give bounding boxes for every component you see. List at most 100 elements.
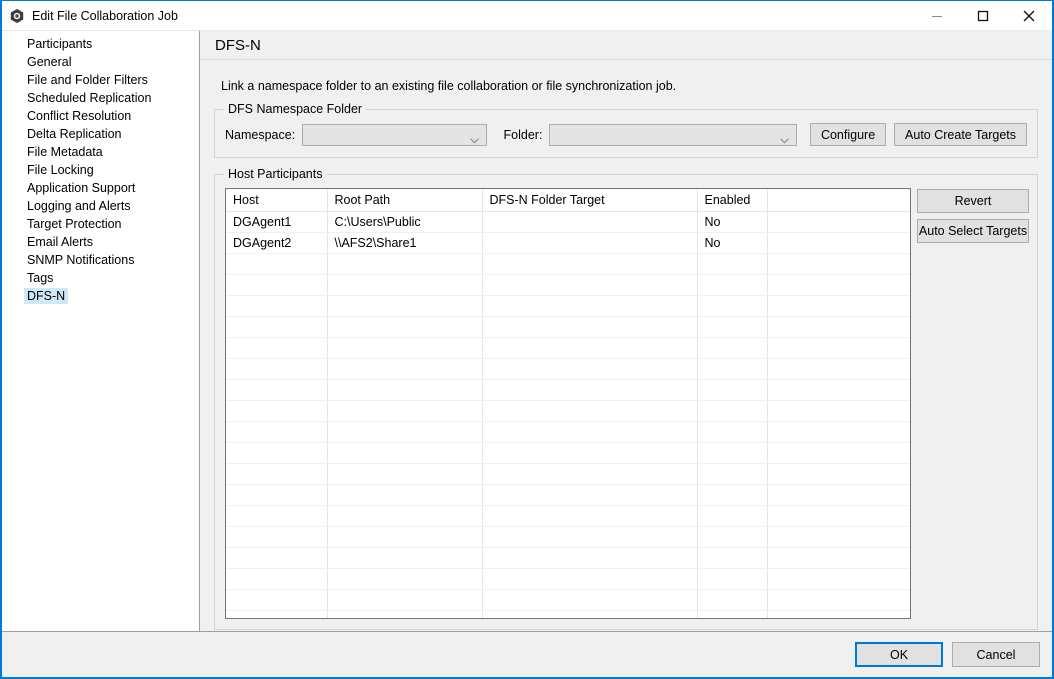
namespace-select[interactable]: [302, 123, 487, 147]
cell-spacer: [767, 211, 910, 233]
close-icon[interactable]: [1006, 1, 1052, 30]
table-header-row: Host Root Path DFS-N Folder Target Enabl…: [226, 189, 910, 212]
sidebar-item-label: General: [27, 55, 72, 69]
table-row-empty[interactable]: [226, 442, 910, 464]
column-header-host[interactable]: Host: [226, 189, 328, 212]
host-participants-grid[interactable]: Host Root Path DFS-N Folder Target Enabl…: [225, 188, 911, 619]
dialog-footer: OK Cancel: [2, 631, 1052, 677]
cancel-button[interactable]: Cancel: [952, 642, 1040, 667]
window-content: Participants General File and Folder Fil…: [2, 30, 1052, 631]
table-row-empty[interactable]: [226, 463, 910, 485]
settings-sidebar: Participants General File and Folder Fil…: [2, 31, 200, 631]
sidebar-item-general[interactable]: General: [2, 53, 199, 71]
table-row-empty[interactable]: [226, 526, 910, 548]
cell-host: DGAgent2: [226, 232, 328, 254]
table-row-empty[interactable]: [226, 568, 910, 590]
sidebar-item-email-alerts[interactable]: Email Alerts: [2, 233, 199, 251]
sidebar-item-file-metadata[interactable]: File Metadata: [2, 143, 199, 161]
revert-button[interactable]: Revert: [917, 189, 1029, 213]
panel-body: Link a namespace folder to an existing f…: [200, 60, 1052, 631]
sidebar-item-label: Scheduled Replication: [27, 91, 152, 105]
edit-file-collaboration-job-window: Edit File Collaboration Job Participants…: [0, 0, 1054, 679]
minimize-icon[interactable]: [914, 1, 960, 30]
cell-dfs-n-folder-target: [482, 211, 698, 233]
table-row[interactable]: DGAgent2 \\AFS2\Share1 No: [226, 232, 910, 254]
chevron-down-icon: [469, 133, 479, 147]
sidebar-item-dfs-n[interactable]: DFS-N: [2, 287, 199, 305]
sidebar-item-label: DFS-N: [24, 288, 69, 304]
cell-spacer: [767, 232, 910, 254]
table-row-empty[interactable]: [226, 358, 910, 380]
table-side-buttons: Revert Auto Select Targets: [917, 188, 1029, 243]
sidebar-item-application-support[interactable]: Application Support: [2, 179, 199, 197]
sidebar-item-label: File Locking: [27, 163, 94, 177]
chevron-down-icon: [780, 133, 789, 147]
dfs-namespace-folder-group: DFS Namespace Folder Namespace: Folder: …: [214, 102, 1038, 158]
namespace-folder-row: Namespace: Folder: Configure Auto Create…: [225, 123, 1027, 146]
sidebar-item-scheduled-replication[interactable]: Scheduled Replication: [2, 89, 199, 107]
host-participants-group: Host Participants Host Root Path DFS-N F…: [214, 167, 1038, 630]
sidebar-item-participants[interactable]: Participants: [2, 35, 199, 53]
ok-button[interactable]: OK: [855, 642, 943, 667]
sidebar-item-label: Delta Replication: [27, 127, 122, 141]
column-header-spacer[interactable]: [767, 189, 910, 212]
sidebar-item-label: Tags: [27, 271, 54, 285]
folder-label: Folder:: [503, 127, 543, 142]
host-participants-table: Host Root Path DFS-N Folder Target Enabl…: [226, 189, 910, 618]
table-row-empty[interactable]: [226, 610, 910, 618]
sidebar-item-label: Conflict Resolution: [27, 109, 132, 123]
table-row-empty[interactable]: [226, 589, 910, 611]
host-participants-legend: Host Participants: [224, 167, 327, 181]
table-row-empty[interactable]: [226, 316, 910, 338]
sidebar-item-label: Email Alerts: [27, 235, 93, 249]
sidebar-item-label: Target Protection: [27, 217, 122, 231]
namespace-label: Namespace:: [225, 127, 296, 142]
sidebar-item-file-and-folder-filters[interactable]: File and Folder Filters: [2, 71, 199, 89]
sidebar-item-logging-and-alerts[interactable]: Logging and Alerts: [2, 197, 199, 215]
table-row-empty[interactable]: [226, 253, 910, 275]
table-row-empty[interactable]: [226, 379, 910, 401]
column-header-dfs-n-folder-target[interactable]: DFS-N Folder Target: [482, 189, 698, 212]
sidebar-item-snmp-notifications[interactable]: SNMP Notifications: [2, 251, 199, 269]
sidebar-item-label: SNMP Notifications: [27, 253, 135, 267]
window-controls: [914, 1, 1052, 30]
configure-button[interactable]: Configure: [810, 123, 887, 146]
window-title: Edit File Collaboration Job: [32, 8, 178, 23]
cell-enabled: No: [697, 232, 768, 254]
table-row[interactable]: DGAgent1 C:\Users\Public No: [226, 211, 910, 233]
cell-root-path: \\AFS2\Share1: [327, 232, 483, 254]
table-row-empty[interactable]: [226, 547, 910, 569]
table-row-empty[interactable]: [226, 337, 910, 359]
table-row-empty[interactable]: [226, 400, 910, 422]
sidebar-item-label: Participants: [27, 37, 93, 51]
table-row-empty[interactable]: [226, 421, 910, 443]
column-header-enabled[interactable]: Enabled: [697, 189, 768, 212]
folder-select[interactable]: [549, 123, 798, 147]
cell-root-path: C:\Users\Public: [327, 211, 483, 233]
table-row-empty[interactable]: [226, 295, 910, 317]
sidebar-item-file-locking[interactable]: File Locking: [2, 161, 199, 179]
host-participants-table-body: DGAgent1 C:\Users\Public No DGAgent2 \\A…: [226, 211, 910, 618]
auto-select-targets-button[interactable]: Auto Select Targets: [917, 219, 1029, 243]
sidebar-item-label: File Metadata: [27, 145, 103, 159]
sidebar-item-label: File and Folder Filters: [27, 73, 148, 87]
sidebar-item-delta-replication[interactable]: Delta Replication: [2, 125, 199, 143]
sidebar-item-target-protection[interactable]: Target Protection: [2, 215, 199, 233]
table-row-empty[interactable]: [226, 505, 910, 527]
table-row-empty[interactable]: [226, 484, 910, 506]
host-participants-table-area: Host Root Path DFS-N Folder Target Enabl…: [225, 188, 1029, 619]
sidebar-item-tags[interactable]: Tags: [2, 269, 199, 287]
panel-description: Link a namespace folder to an existing f…: [221, 79, 677, 93]
column-header-root-path[interactable]: Root Path: [327, 189, 483, 212]
cell-dfs-n-folder-target: [482, 232, 698, 254]
sidebar-item-conflict-resolution[interactable]: Conflict Resolution: [2, 107, 199, 125]
auto-create-targets-button[interactable]: Auto Create Targets: [894, 123, 1027, 146]
maximize-icon[interactable]: [960, 1, 1006, 30]
cell-enabled: No: [697, 211, 768, 233]
sidebar-item-label: Logging and Alerts: [27, 199, 131, 213]
page-title: DFS-N: [215, 36, 261, 54]
dfs-n-panel: DFS-N Link a namespace folder to an exis…: [200, 31, 1052, 631]
title-bar: Edit File Collaboration Job: [2, 1, 1052, 30]
table-row-empty[interactable]: [226, 274, 910, 296]
dfs-namespace-folder-legend: DFS Namespace Folder: [224, 102, 367, 116]
